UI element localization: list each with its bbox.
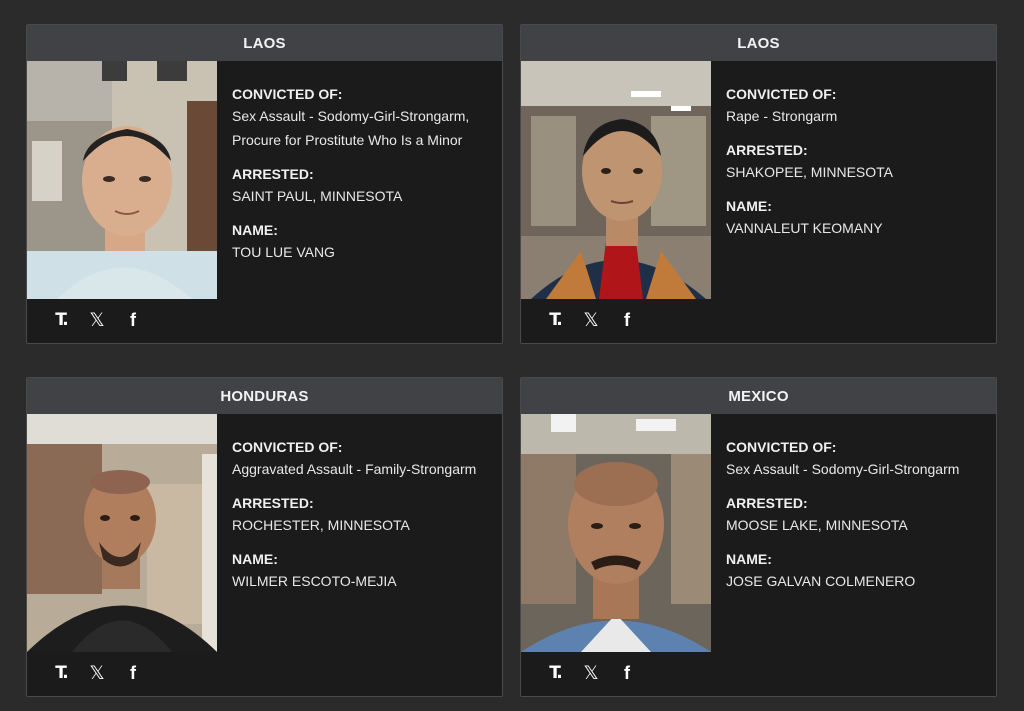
facebook-icon[interactable]: f bbox=[125, 663, 141, 683]
facebook-icon[interactable]: f bbox=[619, 310, 635, 330]
convicted-label: CONVICTED OF: bbox=[726, 439, 837, 455]
convicted-label: CONVICTED OF: bbox=[232, 86, 343, 102]
truth-social-icon[interactable]: T. bbox=[53, 310, 69, 330]
convicted-label: CONVICTED OF: bbox=[232, 439, 343, 455]
truth-social-icon[interactable]: T. bbox=[547, 663, 563, 683]
convicted-value: Sex Assault - Sodomy-Girl-Strongarm, Pro… bbox=[232, 108, 470, 148]
truth-social-icon[interactable]: T. bbox=[547, 310, 563, 330]
arrested-value: ROCHESTER, MINNESOTA bbox=[232, 517, 410, 533]
profile-details: CONVICTED OF: Rape - Strongarm ARRESTED:… bbox=[726, 84, 982, 252]
x-icon[interactable]: 𝕏 bbox=[583, 309, 599, 331]
arrested-value: SAINT PAUL, MINNESOTA bbox=[232, 188, 403, 204]
mugshot-photo bbox=[521, 414, 711, 652]
arrested-value: SHAKOPEE, MINNESOTA bbox=[726, 164, 893, 180]
name-value: VANNALEUT KEOMANY bbox=[726, 220, 883, 236]
mugshot-photo bbox=[27, 61, 217, 299]
name-value: JOSE GALVAN COLMENERO bbox=[726, 573, 916, 589]
convicted-value: Sex Assault - Sodomy-Girl-Strongarm bbox=[726, 461, 960, 477]
mugshot-photo bbox=[27, 414, 217, 652]
share-bar: T. 𝕏 f bbox=[521, 650, 996, 696]
x-icon[interactable]: 𝕏 bbox=[89, 662, 105, 684]
convicted-value: Aggravated Assault - Family-Strongarm bbox=[232, 461, 477, 477]
name-label: NAME: bbox=[232, 551, 278, 567]
arrested-value: MOOSE LAKE, MINNESOTA bbox=[726, 517, 908, 533]
name-value: TOU LUE VANG bbox=[232, 244, 335, 260]
profile-card: LAOS bbox=[520, 24, 997, 344]
card-country-header: HONDURAS bbox=[27, 378, 502, 414]
share-bar: T. 𝕏 f bbox=[27, 650, 502, 696]
profile-card: LAOS bbox=[26, 24, 503, 344]
profile-card: MEXICO CONVICTED OF: Sex Assault - Sodom… bbox=[520, 377, 997, 697]
facebook-icon[interactable]: f bbox=[619, 663, 635, 683]
truth-social-icon[interactable]: T. bbox=[53, 663, 69, 683]
x-icon[interactable]: 𝕏 bbox=[583, 662, 599, 684]
facebook-icon[interactable]: f bbox=[125, 310, 141, 330]
mugshot-grid: LAOS CONVICTED OF: Sex Assault - Sodomy-… bbox=[0, 0, 1024, 711]
card-country-header: LAOS bbox=[27, 25, 502, 61]
profile-details: CONVICTED OF: Sex Assault - Sodomy-Girl-… bbox=[726, 437, 982, 605]
profile-details: CONVICTED OF: Aggravated Assault - Famil… bbox=[232, 437, 488, 605]
name-value: WILMER ESCOTO-MEJIA bbox=[232, 573, 397, 589]
name-label: NAME: bbox=[726, 198, 772, 214]
arrested-label: ARRESTED: bbox=[232, 166, 314, 182]
share-bar: T. 𝕏 f bbox=[27, 297, 502, 343]
mugshot-photo bbox=[521, 61, 711, 299]
convicted-label: CONVICTED OF: bbox=[726, 86, 837, 102]
name-label: NAME: bbox=[726, 551, 772, 567]
name-label: NAME: bbox=[232, 222, 278, 238]
card-country-header: MEXICO bbox=[521, 378, 996, 414]
card-country-header: LAOS bbox=[521, 25, 996, 61]
profile-details: CONVICTED OF: Sex Assault - Sodomy-Girl-… bbox=[232, 84, 488, 276]
arrested-label: ARRESTED: bbox=[726, 142, 808, 158]
arrested-label: ARRESTED: bbox=[232, 495, 314, 511]
convicted-value: Rape - Strongarm bbox=[726, 108, 838, 124]
arrested-label: ARRESTED: bbox=[726, 495, 808, 511]
share-bar: T. 𝕏 f bbox=[521, 297, 996, 343]
x-icon[interactable]: 𝕏 bbox=[89, 309, 105, 331]
profile-card: HONDURAS CONVICTED OF: Aggravated Assaul… bbox=[26, 377, 503, 697]
